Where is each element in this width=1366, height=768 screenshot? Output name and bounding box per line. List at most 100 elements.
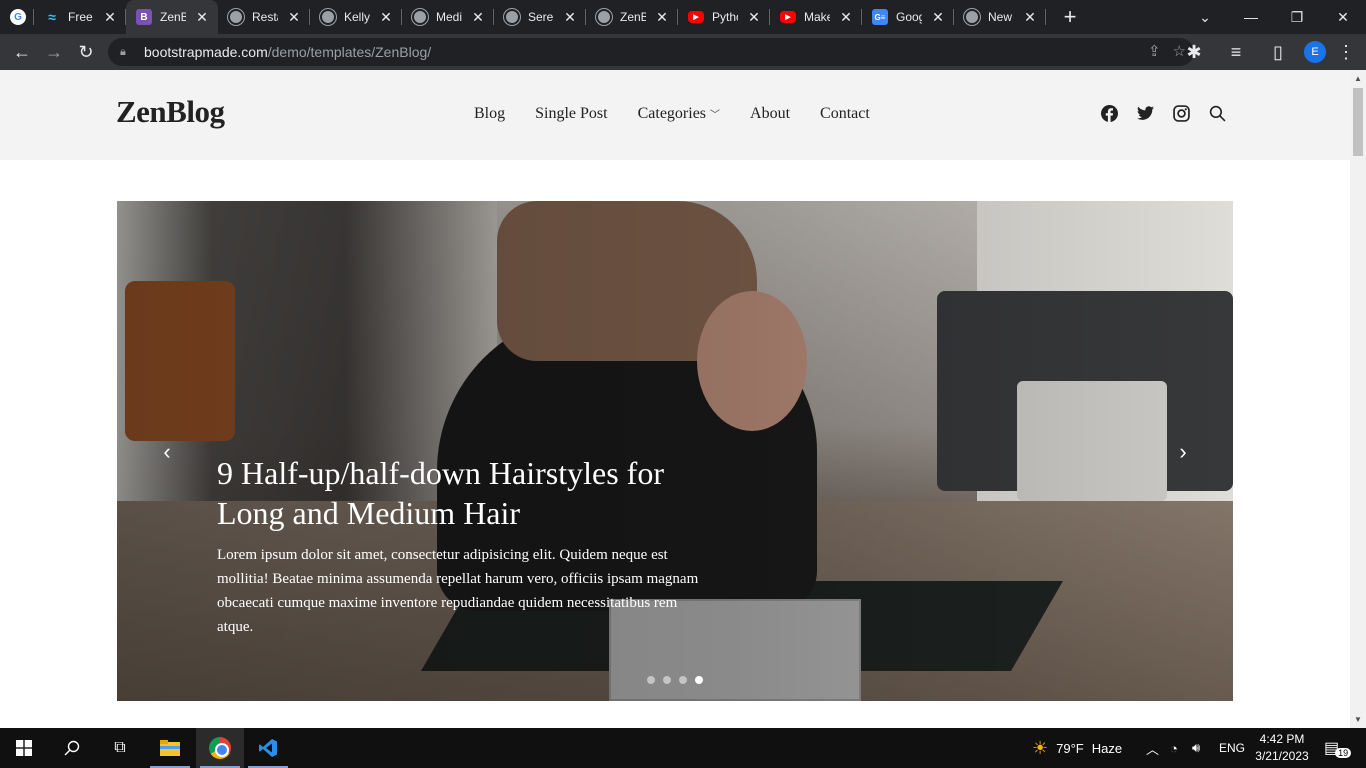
close-icon[interactable]: ✕ bbox=[654, 9, 670, 26]
profile-avatar[interactable]: E bbox=[1304, 41, 1326, 63]
extensions-icon[interactable]: ✱ bbox=[1178, 36, 1210, 68]
show-hidden-icons-chevron-icon[interactable]: ︿ bbox=[1146, 728, 1159, 768]
tab-make[interactable]: ▶ Make ✕ bbox=[770, 0, 862, 34]
clock-date: 3/21/2023 bbox=[1255, 749, 1309, 763]
tab-python[interactable]: ▶ Pytho ✕ bbox=[678, 0, 770, 34]
new-tab-button[interactable]: + bbox=[1058, 4, 1082, 30]
tab-strip: G ≈ Free B ✕ B ZenBl ✕ Resta ✕ Kelly E ✕… bbox=[0, 0, 1366, 34]
twitter-icon[interactable] bbox=[1136, 104, 1154, 122]
hero-title[interactable]: 9 Half-up/half-down Hairstyles for Long … bbox=[217, 453, 717, 533]
tab-title: ZenBl bbox=[620, 10, 646, 24]
share-icon[interactable]: ⇪ bbox=[1148, 42, 1161, 60]
minimize-button[interactable]: — bbox=[1228, 0, 1274, 34]
notification-center-icon[interactable]: ▤ 19 bbox=[1324, 728, 1352, 768]
search-icon[interactable] bbox=[48, 728, 96, 768]
chevron-down-icon: ﹀ bbox=[710, 110, 721, 121]
hero-slider[interactable]: 9 Half-up/half-down Hairstyles for Long … bbox=[117, 201, 1233, 701]
nav-contact[interactable]: Contact bbox=[820, 105, 870, 123]
globe-icon bbox=[412, 9, 428, 25]
nav-blog[interactable]: Blog bbox=[474, 105, 505, 123]
back-button[interactable]: ← bbox=[6, 36, 38, 68]
slider-prev-chevron-icon[interactable]: ‹ bbox=[155, 439, 179, 465]
slider-next-chevron-icon[interactable]: › bbox=[1171, 439, 1195, 465]
close-icon[interactable]: ✕ bbox=[102, 9, 118, 26]
tab-google-sheets[interactable]: G≡ Googl ✕ bbox=[862, 0, 954, 34]
main-nav: Blog Single Post Categories ﹀ About Conta… bbox=[474, 105, 870, 123]
scroll-down-arrow-icon[interactable]: ▼ bbox=[1354, 715, 1362, 724]
file-explorer-icon[interactable] bbox=[146, 728, 194, 768]
task-view-icon[interactable]: ⧉ bbox=[96, 728, 144, 768]
url-path: /demo/templates/ZenBlog/ bbox=[267, 44, 432, 60]
tab-title: ZenBl bbox=[160, 10, 186, 24]
slider-dot[interactable] bbox=[663, 676, 671, 684]
tab-title: Medic bbox=[436, 10, 462, 24]
nav-single-post[interactable]: Single Post bbox=[535, 105, 607, 123]
address-bar[interactable]: 🔒︎ bootstrapmade.com/demo/templates/ZenB… bbox=[108, 38, 1194, 66]
page-scrollbar[interactable]: ▲ ▼ bbox=[1350, 70, 1366, 728]
clock[interactable]: 4:42 PM 3/21/2023 bbox=[1254, 731, 1310, 765]
chrome-icon[interactable] bbox=[196, 728, 244, 768]
tab-title: Pytho bbox=[712, 10, 738, 24]
reload-button[interactable]: ↻ bbox=[70, 36, 102, 68]
forward-button[interactable]: → bbox=[38, 36, 70, 68]
tab-medic[interactable]: Medic ✕ bbox=[402, 0, 494, 34]
tab-free-b[interactable]: ≈ Free B ✕ bbox=[34, 0, 126, 34]
tab-seren[interactable]: Seren ✕ bbox=[494, 0, 586, 34]
tab-title: New T bbox=[988, 10, 1014, 24]
tab-resta[interactable]: Resta ✕ bbox=[218, 0, 310, 34]
clock-time: 4:42 PM bbox=[1259, 732, 1305, 746]
close-icon[interactable]: ✕ bbox=[470, 9, 486, 26]
restore-button[interactable]: ❐ bbox=[1274, 0, 1320, 34]
nav-categories[interactable]: Categories ﹀ bbox=[638, 105, 720, 123]
tab-title: Seren bbox=[528, 10, 554, 24]
close-icon[interactable]: ✕ bbox=[746, 9, 762, 26]
close-icon[interactable]: ✕ bbox=[194, 9, 210, 26]
facebook-icon[interactable] bbox=[1100, 104, 1118, 122]
tab-search-chevron-icon[interactable]: ⌄ bbox=[1182, 0, 1228, 34]
youtube-icon: ▶ bbox=[780, 11, 796, 23]
media-control-icon[interactable]: ≡ bbox=[1220, 36, 1252, 68]
lock-icon[interactable]: 🔒︎ bbox=[120, 46, 134, 59]
start-button[interactable] bbox=[0, 728, 48, 768]
scrollbar-thumb[interactable] bbox=[1353, 88, 1363, 156]
hero-caption: 9 Half-up/half-down Hairstyles for Long … bbox=[217, 453, 717, 639]
slider-dot-active[interactable] bbox=[695, 676, 703, 684]
close-icon[interactable]: ✕ bbox=[378, 9, 394, 26]
globe-icon bbox=[504, 9, 520, 25]
search-icon[interactable] bbox=[1208, 104, 1226, 122]
language-indicator[interactable]: ENG bbox=[1219, 728, 1245, 768]
nav-about[interactable]: About bbox=[750, 105, 790, 123]
close-icon[interactable]: ✕ bbox=[930, 9, 946, 26]
site-logo[interactable]: ZenBlog bbox=[116, 94, 225, 130]
menu-kebab-icon[interactable]: ⋮ bbox=[1330, 36, 1362, 68]
side-panel-icon[interactable]: ▯ bbox=[1262, 36, 1294, 68]
globe-icon bbox=[320, 9, 336, 25]
slider-dot[interactable] bbox=[679, 676, 687, 684]
tab-google[interactable]: G bbox=[0, 0, 34, 34]
weather-desc: Haze bbox=[1091, 740, 1123, 756]
weather-widget[interactable]: ☀ 79°F Haze bbox=[1032, 728, 1122, 768]
slider-dot[interactable] bbox=[647, 676, 655, 684]
chrome-logo bbox=[209, 737, 231, 759]
tailwind-icon: ≈ bbox=[48, 9, 56, 25]
globe-icon bbox=[596, 9, 612, 25]
tab-title: Resta bbox=[252, 10, 278, 24]
close-window-button[interactable]: ✕ bbox=[1320, 0, 1366, 34]
tab-zenblog-2[interactable]: ZenBl ✕ bbox=[586, 0, 678, 34]
tab-title: Googl bbox=[896, 10, 922, 24]
close-icon[interactable]: ✕ bbox=[286, 9, 302, 26]
tab-kelly[interactable]: Kelly E ✕ bbox=[310, 0, 402, 34]
close-icon[interactable]: ✕ bbox=[838, 9, 854, 26]
wifi-icon[interactable]: ◔ bbox=[1170, 728, 1178, 768]
site-header: ZenBlog Blog Single Post Categories ﹀ Abo… bbox=[0, 70, 1350, 160]
browser-toolbar: ← → ↻ 🔒︎ bootstrapmade.com/demo/template… bbox=[0, 34, 1366, 70]
tab-new[interactable]: New T ✕ bbox=[954, 0, 1046, 34]
volume-icon[interactable]: 🔊︎ bbox=[1192, 728, 1200, 768]
windows-taskbar: ⧉ ☀ 79°F Haze ︿ ◔ 🔊︎ ENG 4:42 PM 3/21/20… bbox=[0, 728, 1366, 768]
vscode-icon[interactable] bbox=[244, 728, 292, 768]
tab-zenblog-active[interactable]: B ZenBl ✕ bbox=[126, 0, 218, 34]
scroll-up-arrow-icon[interactable]: ▲ bbox=[1354, 74, 1362, 83]
close-icon[interactable]: ✕ bbox=[1022, 9, 1038, 26]
close-icon[interactable]: ✕ bbox=[562, 9, 578, 26]
instagram-icon[interactable] bbox=[1172, 104, 1190, 122]
